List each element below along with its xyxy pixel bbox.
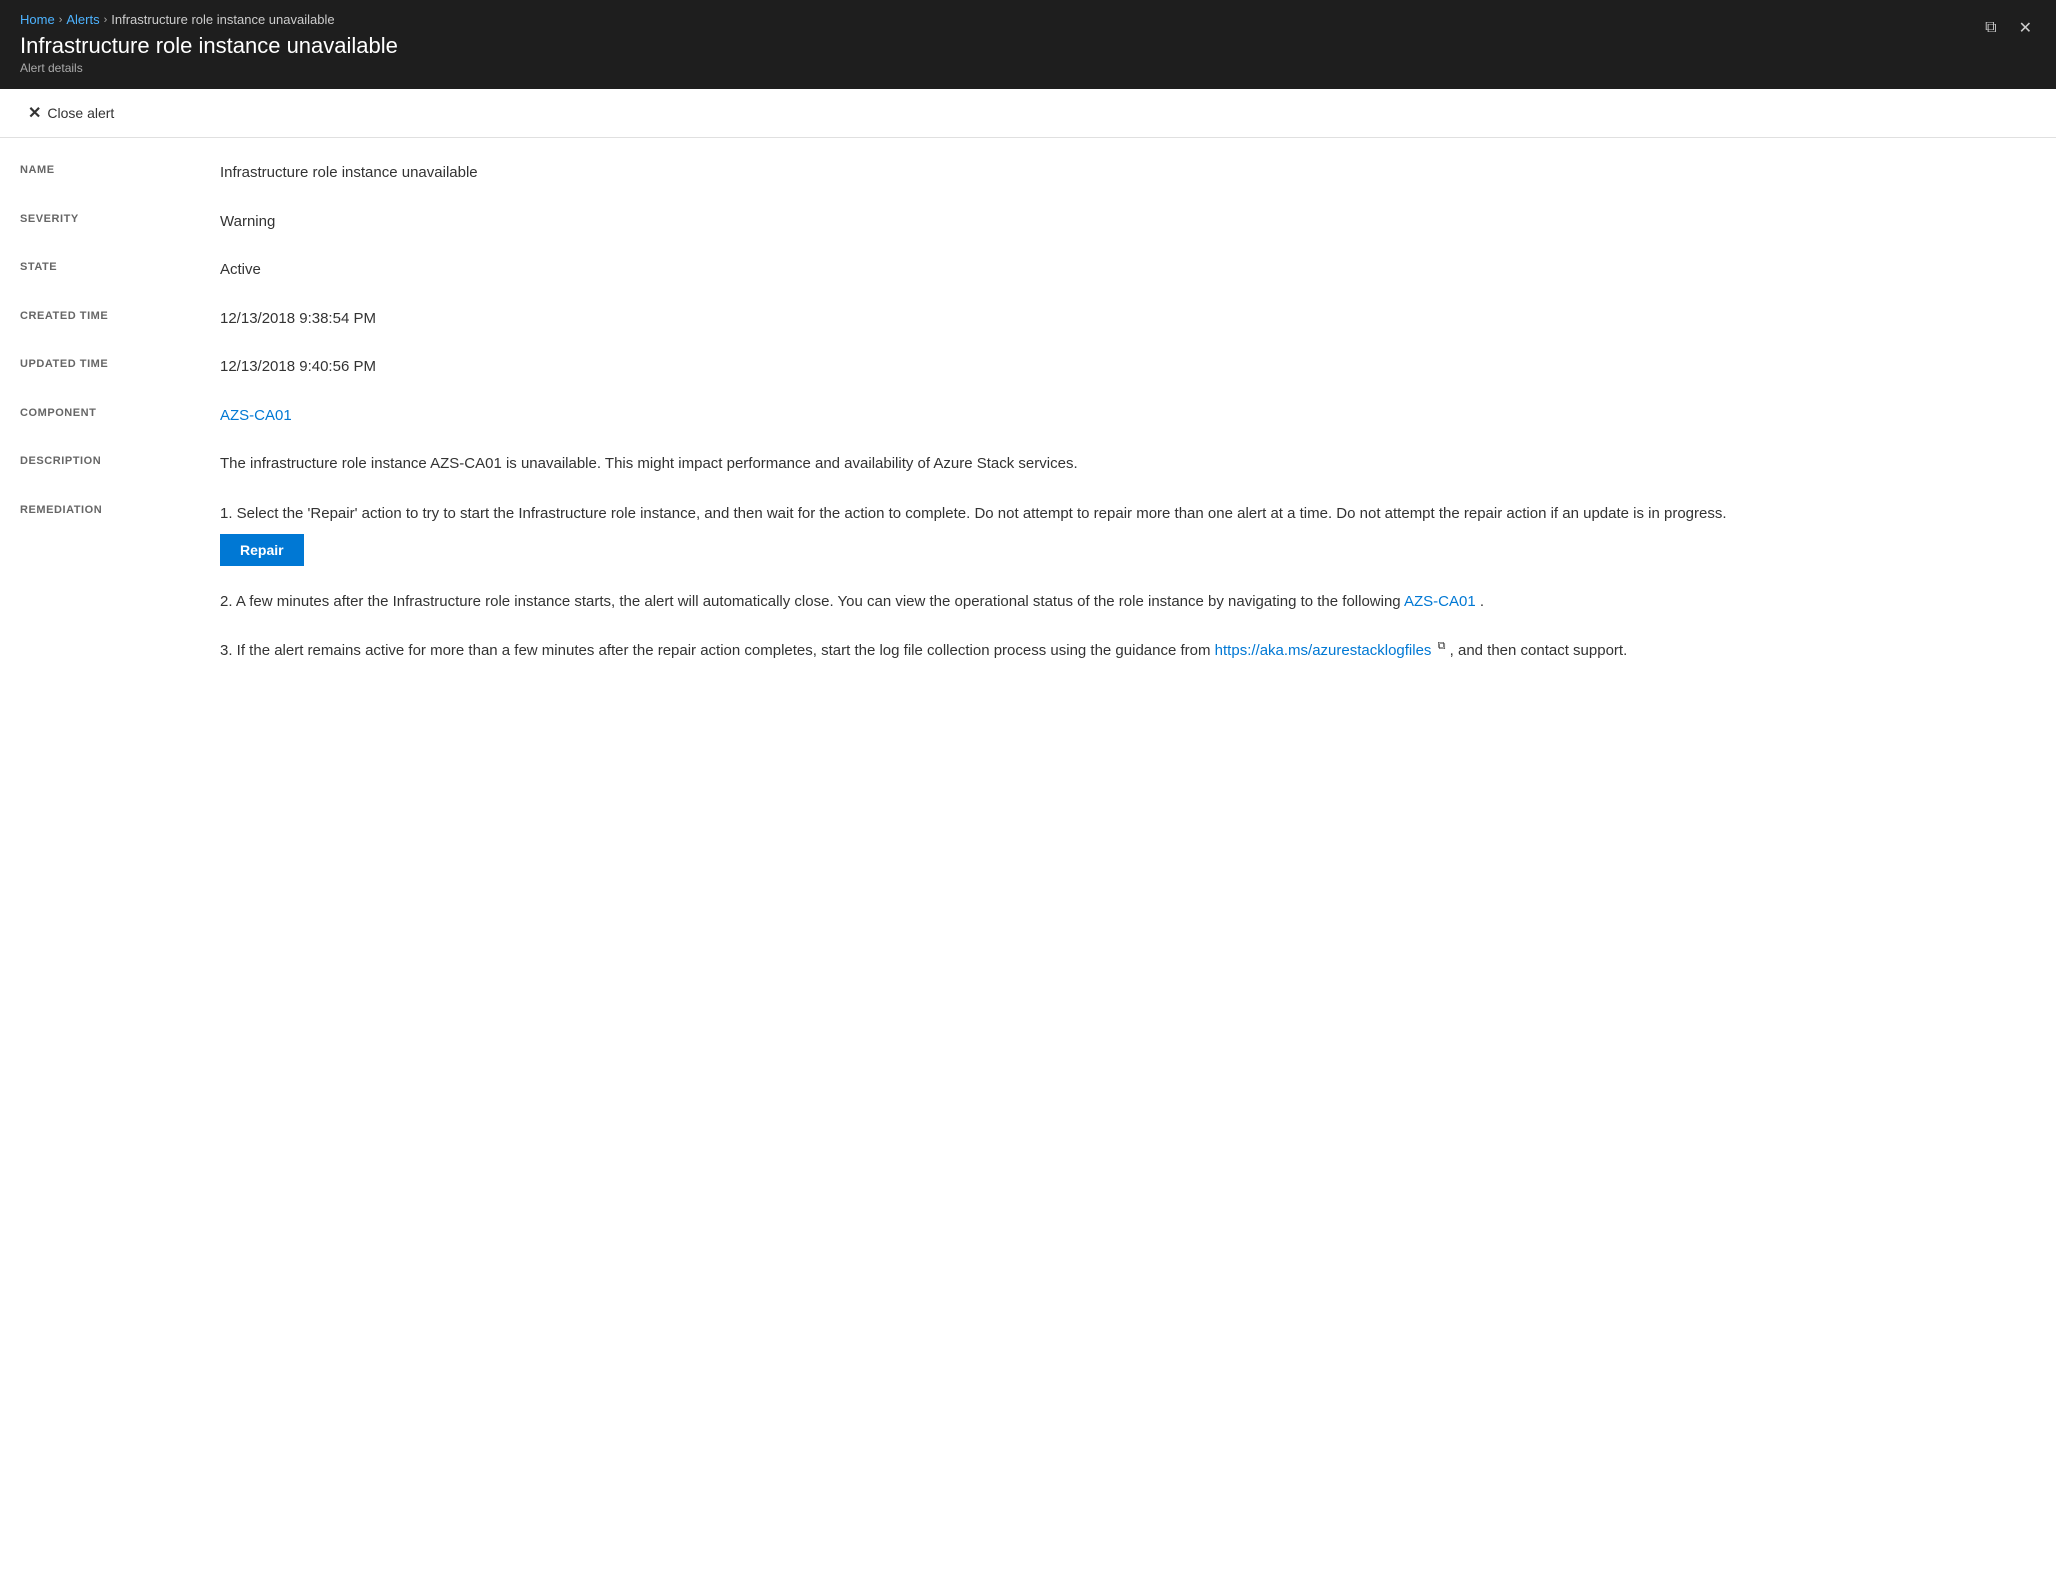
remediation-content: 1. Select the 'Repair' action to try to … (220, 502, 2036, 687)
close-alert-icon: ✕ (28, 103, 41, 123)
remediation-step-2: 2. A few minutes after the Infrastructur… (220, 590, 2036, 614)
breadcrumb-home[interactable]: Home (20, 12, 55, 27)
description-row: DESCRIPTION The infrastructure role inst… (20, 453, 2036, 476)
remediation-step2-link[interactable]: AZS-CA01 (1404, 593, 1476, 610)
close-button[interactable] (2015, 14, 2036, 42)
component-row: COMPONENT AZS-CA01 (20, 405, 2036, 428)
close-icon (2019, 20, 2032, 37)
remediation-step2-prefix: 2. A few minutes after the Infrastructur… (220, 593, 1401, 610)
created-time-label: CREATED TIME (20, 308, 220, 322)
breadcrumb: Home › Alerts › Infrastructure role inst… (20, 12, 2036, 27)
remediation-step3-suffix: , and then contact support. (1450, 642, 1628, 659)
external-link-icon: ⧉ (1438, 640, 1446, 652)
remediation-row: REMEDIATION 1. Select the 'Repair' actio… (20, 502, 2036, 687)
close-alert-button[interactable]: ✕ Close alert (20, 99, 122, 127)
name-label: NAME (20, 162, 220, 176)
repair-button[interactable]: Repair (220, 534, 304, 566)
maximize-button[interactable] (1981, 15, 2000, 41)
page-title: Infrastructure role instance unavailable (20, 33, 2036, 59)
severity-row: SEVERITY Warning (20, 211, 2036, 234)
state-value: Active (220, 259, 2036, 282)
remediation-step2-suffix: . (1480, 593, 1484, 610)
remediation-step-1: 1. Select the 'Repair' action to try to … (220, 502, 2036, 566)
component-label: COMPONENT (20, 405, 220, 419)
name-row: NAME Infrastructure role instance unavai… (20, 162, 2036, 185)
header-actions (1981, 14, 2036, 42)
repair-button-label: Repair (240, 542, 284, 558)
page-header: Home › Alerts › Infrastructure role inst… (0, 0, 2056, 89)
breadcrumb-sep-1: › (59, 14, 63, 26)
breadcrumb-sep-2: › (104, 14, 108, 26)
state-row: STATE Active (20, 259, 2036, 282)
maximize-icon (1985, 19, 1996, 36)
updated-time-row: UPDATED TIME 12/13/2018 9:40:56 PM (20, 356, 2036, 379)
description-value: The infrastructure role instance AZS-CA0… (220, 453, 2036, 476)
breadcrumb-alerts[interactable]: Alerts (66, 12, 99, 27)
remediation-label: REMEDIATION (20, 502, 220, 516)
severity-value: Warning (220, 211, 2036, 234)
created-time-value: 12/13/2018 9:38:54 PM (220, 308, 2036, 331)
page-subtitle: Alert details (20, 61, 2036, 75)
detail-content: NAME Infrastructure role instance unavai… (0, 138, 2056, 737)
toolbar: ✕ Close alert (0, 89, 2056, 138)
description-label: DESCRIPTION (20, 453, 220, 467)
remediation-step1-text: 1. Select the 'Repair' action to try to … (220, 505, 1727, 522)
remediation-step3-link[interactable]: https://aka.ms/azurestacklogfiles (1215, 642, 1432, 659)
name-value: Infrastructure role instance unavailable (220, 162, 2036, 185)
remediation-step3-prefix: 3. If the alert remains active for more … (220, 642, 1211, 659)
breadcrumb-current: Infrastructure role instance unavailable (111, 12, 334, 27)
severity-label: SEVERITY (20, 211, 220, 225)
state-label: STATE (20, 259, 220, 273)
close-alert-label: Close alert (47, 105, 114, 121)
component-value[interactable]: AZS-CA01 (220, 405, 2036, 428)
updated-time-value: 12/13/2018 9:40:56 PM (220, 356, 2036, 379)
created-time-row: CREATED TIME 12/13/2018 9:38:54 PM (20, 308, 2036, 331)
remediation-step-3: 3. If the alert remains active for more … (220, 638, 2036, 663)
updated-time-label: UPDATED TIME (20, 356, 220, 370)
